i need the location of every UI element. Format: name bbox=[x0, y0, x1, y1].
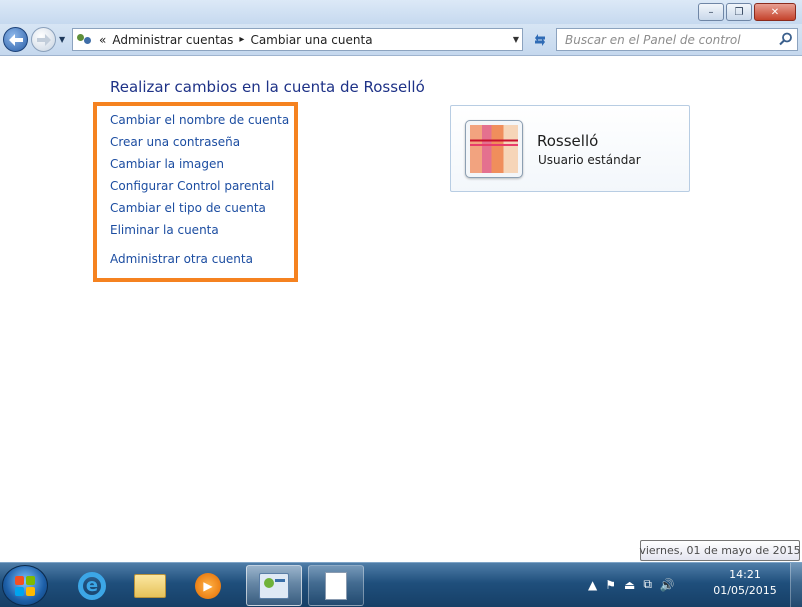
account-picture bbox=[470, 125, 518, 173]
clock-date: 01/05/2015 bbox=[713, 584, 777, 597]
window-controls: – ❐ ✕ bbox=[698, 3, 796, 21]
windows-logo-part bbox=[26, 586, 35, 596]
search-icon[interactable] bbox=[779, 32, 793, 46]
navigation-bar: ▼ « Administrar cuentas ▸ Cambiar una cu… bbox=[0, 24, 802, 56]
refresh-icon bbox=[535, 33, 545, 46]
forward-button[interactable] bbox=[31, 27, 56, 52]
arrow-right-icon bbox=[36, 33, 51, 46]
date-tooltip: viernes, 01 de mayo de 2015 bbox=[639, 540, 801, 561]
windows-logo-icon bbox=[15, 575, 24, 585]
action-center-icon[interactable]: ⚑ bbox=[605, 578, 616, 592]
change-picture-link[interactable]: Cambiar la imagen bbox=[110, 157, 224, 171]
internet-explorer-icon: e bbox=[78, 571, 106, 600]
change-account-type-link[interactable]: Cambiar el tipo de cuenta bbox=[110, 201, 266, 215]
windows-logo-part bbox=[15, 586, 24, 596]
show-desktop-button[interactable] bbox=[790, 563, 802, 607]
show-hidden-icons-icon[interactable]: ▲ bbox=[588, 578, 597, 592]
recent-pages-dropdown[interactable]: ▼ bbox=[59, 35, 65, 44]
start-button[interactable] bbox=[2, 565, 48, 606]
parental-controls-link[interactable]: Configurar Control parental bbox=[110, 179, 274, 193]
user-accounts-icon bbox=[77, 33, 93, 47]
taskbar-internet-explorer[interactable]: e bbox=[64, 565, 120, 606]
control-panel-icon bbox=[259, 572, 289, 599]
folder-icon bbox=[134, 573, 166, 598]
delete-account-link[interactable]: Eliminar la cuenta bbox=[110, 223, 219, 237]
rename-account-link[interactable]: Cambiar el nombre de cuenta bbox=[110, 113, 289, 127]
arrow-left-icon bbox=[8, 33, 23, 46]
maximize-button[interactable]: ❐ bbox=[726, 3, 752, 21]
volume-icon[interactable]: 🔊 bbox=[660, 578, 675, 592]
avatar bbox=[465, 120, 523, 178]
taskbar-document[interactable] bbox=[308, 565, 364, 606]
chevron-down-icon[interactable]: ▼ bbox=[513, 35, 519, 44]
search-placeholder: Buscar en el Panel de control bbox=[565, 32, 741, 47]
clock[interactable]: 14:21 01/05/2015 bbox=[706, 567, 784, 599]
document-icon bbox=[325, 571, 347, 600]
refresh-button[interactable] bbox=[528, 28, 552, 51]
account-type: Usuario estándar bbox=[538, 153, 641, 167]
back-button[interactable] bbox=[3, 27, 28, 52]
breadcrumb-item[interactable]: Cambiar una cuenta bbox=[250, 33, 372, 47]
taskbar-media-player[interactable]: ▶ bbox=[180, 565, 236, 606]
page-title: Realizar cambios en la cuenta de Rossell… bbox=[110, 78, 425, 96]
minimize-button[interactable]: – bbox=[698, 3, 724, 21]
manage-another-account-link[interactable]: Administrar otra cuenta bbox=[110, 252, 253, 266]
taskbar: e ▶ ▲ ⚑ ⏏ ⧉ 🔊 14:21 01/05/2015 bbox=[0, 562, 802, 607]
address-bar[interactable]: « Administrar cuentas ▸ Cambiar una cuen… bbox=[72, 28, 523, 51]
safely-remove-icon[interactable]: ⏏ bbox=[624, 578, 635, 592]
notification-area: ▲ ⚑ ⏏ ⧉ 🔊 bbox=[588, 577, 675, 592]
account-name: Rosselló bbox=[537, 132, 599, 150]
account-card: Rosselló Usuario estándar bbox=[450, 105, 690, 192]
network-icon[interactable]: ⧉ bbox=[643, 577, 652, 592]
taskbar-windows-explorer[interactable] bbox=[122, 565, 178, 606]
close-button[interactable]: ✕ bbox=[754, 3, 796, 21]
search-input[interactable]: Buscar en el Panel de control bbox=[556, 28, 798, 51]
breadcrumb-item[interactable]: Administrar cuentas bbox=[112, 33, 233, 47]
clock-time: 14:21 bbox=[729, 568, 761, 581]
windows-logo-part bbox=[26, 575, 35, 585]
taskbar-control-panel[interactable] bbox=[246, 565, 302, 606]
window-title-bar: – ❐ ✕ bbox=[0, 0, 802, 24]
media-player-icon: ▶ bbox=[195, 572, 221, 599]
breadcrumb-overflow[interactable]: « bbox=[99, 33, 106, 47]
create-password-link[interactable]: Crear una contraseña bbox=[110, 135, 240, 149]
breadcrumb-separator-icon[interactable]: ▸ bbox=[239, 34, 244, 45]
